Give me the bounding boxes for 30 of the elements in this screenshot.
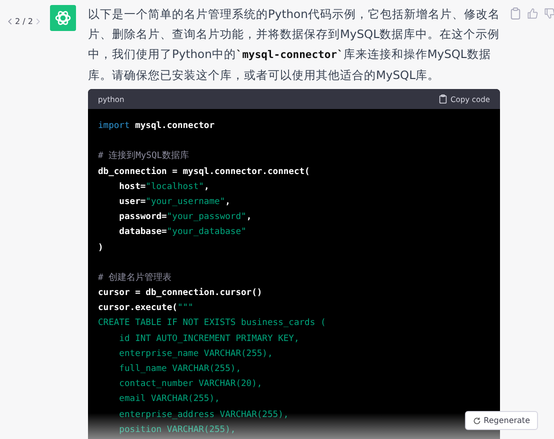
chevron-left-icon[interactable] <box>8 18 12 24</box>
code-line: CREATE TABLE IF NOT EXISTS business_cards ( <box>98 318 326 328</box>
code-line: db_connection = mysql.connector.connect( <box>98 166 310 177</box>
code-line: enterprise_address VARCHAR(255), <box>118 410 289 420</box>
thumbs-up-icon[interactable] <box>527 7 538 20</box>
regenerate-button[interactable]: Regenerate <box>464 411 538 430</box>
clipboard-icon <box>438 94 446 104</box>
thumbs-down-icon[interactable] <box>544 7 554 20</box>
answer-paragraph: 以下是一个简单的名片管理系统的Python代码示例，它包括新增名片、修改名片、删除名片、查询名片功能，并将数据保存到MySQL数据库中。在这个示例中，我们使用了Python中的`mysql-connector`库来连接和操作MySQL数据库。请确保您已安装这个库，或者可以使用其他适合的MySQL库。 <box>88 6 500 84</box>
clipboard-icon[interactable] <box>510 7 521 20</box>
page-counter: 2 / 2 <box>15 16 33 26</box>
code-line: # 创建名片管理表 <box>98 272 172 283</box>
code-line: ) <box>98 242 104 252</box>
code-line: cursor.execute(""" <box>98 303 194 314</box>
code-line: import mysql.connector <box>98 121 215 131</box>
refresh-icon <box>472 416 481 424</box>
code-line: # 连接到MySQL数据库 <box>98 151 190 162</box>
code-line: contact_number VARCHAR(20), <box>118 379 262 390</box>
chevron-right-icon[interactable] <box>36 18 40 24</box>
code-line: email VARCHAR(255), <box>118 394 220 404</box>
code-line: id INT AUTO_INCREMENT PRIMARY KEY, <box>118 334 300 344</box>
code-line: position VARCHAR(255), <box>118 424 236 435</box>
code-line: full_name VARCHAR(255), <box>118 364 241 374</box>
code-line: enterprise_name VARCHAR(255), <box>118 348 273 359</box>
code-line: user="your_username", <box>118 196 230 207</box>
code-line: host="localhost", <box>118 182 210 192</box>
code-line: database="your_database" <box>118 227 246 238</box>
assistant-avatar-icon <box>50 5 76 31</box>
code-line: password="your_password", <box>118 212 252 222</box>
code-line: cursor = db_connection.cursor() <box>98 288 262 298</box>
